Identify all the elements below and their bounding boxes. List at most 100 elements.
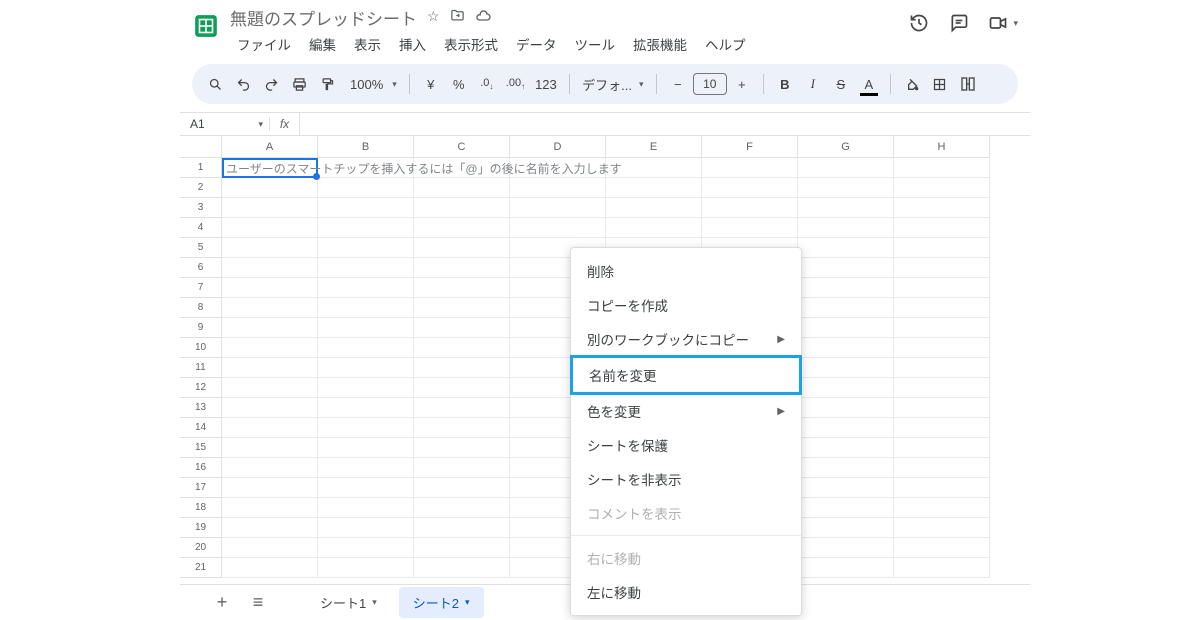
font-size-increase[interactable]: + bbox=[729, 70, 755, 98]
cell[interactable] bbox=[894, 218, 990, 238]
cell[interactable] bbox=[414, 498, 510, 518]
cell[interactable] bbox=[798, 478, 894, 498]
zoom-select[interactable]: 100%▾ bbox=[342, 70, 401, 98]
bold-button[interactable]: B bbox=[772, 70, 798, 98]
col-header[interactable]: F bbox=[702, 136, 798, 158]
cell[interactable] bbox=[222, 278, 318, 298]
cell[interactable] bbox=[318, 478, 414, 498]
currency-button[interactable]: ¥ bbox=[418, 70, 444, 98]
row-header[interactable]: 2 bbox=[180, 178, 222, 198]
cell[interactable] bbox=[798, 318, 894, 338]
cell[interactable] bbox=[222, 218, 318, 238]
cell[interactable] bbox=[222, 298, 318, 318]
row-header[interactable]: 17 bbox=[180, 478, 222, 498]
all-sheets-button[interactable]: ≡ bbox=[244, 589, 272, 617]
cell[interactable] bbox=[318, 318, 414, 338]
cell[interactable] bbox=[606, 178, 702, 198]
cell[interactable] bbox=[414, 318, 510, 338]
cell[interactable] bbox=[798, 218, 894, 238]
cell[interactable] bbox=[318, 358, 414, 378]
cell[interactable] bbox=[318, 398, 414, 418]
cell[interactable] bbox=[222, 198, 318, 218]
cell[interactable] bbox=[318, 498, 414, 518]
menu-view[interactable]: 表示 bbox=[347, 30, 388, 58]
cell[interactable] bbox=[414, 158, 510, 178]
cell[interactable] bbox=[510, 158, 606, 178]
menu-extensions[interactable]: 拡張機能 bbox=[626, 30, 694, 58]
ctx-change-color[interactable]: 色を変更▶ bbox=[571, 394, 801, 428]
cell[interactable] bbox=[798, 498, 894, 518]
cell[interactable] bbox=[318, 518, 414, 538]
cell[interactable] bbox=[798, 558, 894, 578]
cell[interactable] bbox=[222, 498, 318, 518]
row-header[interactable]: 11 bbox=[180, 358, 222, 378]
cell[interactable] bbox=[894, 378, 990, 398]
menu-help[interactable]: ヘルプ bbox=[698, 30, 753, 58]
cell[interactable] bbox=[894, 558, 990, 578]
cell[interactable] bbox=[222, 458, 318, 478]
row-header[interactable]: 6 bbox=[180, 258, 222, 278]
cell[interactable] bbox=[702, 158, 798, 178]
font-select[interactable]: デフォ...▾ bbox=[578, 70, 648, 98]
cell[interactable] bbox=[894, 398, 990, 418]
cell[interactable] bbox=[222, 158, 318, 178]
font-size-decrease[interactable]: − bbox=[665, 70, 691, 98]
borders-button[interactable] bbox=[927, 70, 953, 98]
menu-insert[interactable]: 挿入 bbox=[392, 30, 433, 58]
cell[interactable] bbox=[414, 538, 510, 558]
cell[interactable] bbox=[222, 378, 318, 398]
cell[interactable] bbox=[222, 518, 318, 538]
cell[interactable] bbox=[798, 378, 894, 398]
cell[interactable] bbox=[222, 438, 318, 458]
cell[interactable] bbox=[414, 518, 510, 538]
cell[interactable] bbox=[414, 198, 510, 218]
cell[interactable] bbox=[222, 338, 318, 358]
cell[interactable] bbox=[894, 198, 990, 218]
cell[interactable] bbox=[798, 338, 894, 358]
cloud-status-icon[interactable] bbox=[475, 8, 491, 27]
paint-format-icon[interactable] bbox=[314, 70, 340, 98]
cell[interactable] bbox=[798, 358, 894, 378]
row-header[interactable]: 1 bbox=[180, 158, 222, 178]
menu-file[interactable]: ファイル bbox=[230, 30, 298, 58]
name-box[interactable]: A1▾ bbox=[180, 117, 270, 131]
cell[interactable] bbox=[414, 258, 510, 278]
comment-icon[interactable] bbox=[948, 12, 970, 34]
ctx-rename[interactable]: 名前を変更 bbox=[570, 355, 802, 395]
cell[interactable] bbox=[318, 538, 414, 558]
cell[interactable] bbox=[798, 438, 894, 458]
col-header[interactable]: D bbox=[510, 136, 606, 158]
cell[interactable] bbox=[798, 258, 894, 278]
cell[interactable] bbox=[222, 258, 318, 278]
cell[interactable] bbox=[414, 558, 510, 578]
strikethrough-button[interactable]: S bbox=[828, 70, 854, 98]
cell[interactable] bbox=[318, 338, 414, 358]
cell[interactable] bbox=[318, 418, 414, 438]
cell[interactable] bbox=[414, 358, 510, 378]
row-header[interactable]: 20 bbox=[180, 538, 222, 558]
cell[interactable] bbox=[798, 158, 894, 178]
row-header[interactable]: 14 bbox=[180, 418, 222, 438]
cell[interactable] bbox=[414, 298, 510, 318]
cell[interactable] bbox=[798, 538, 894, 558]
history-icon[interactable] bbox=[908, 12, 930, 34]
doc-title[interactable]: 無題のスプレッドシート bbox=[230, 5, 417, 30]
cell[interactable] bbox=[414, 238, 510, 258]
cell[interactable] bbox=[798, 198, 894, 218]
ctx-delete[interactable]: 削除 bbox=[571, 254, 801, 288]
row-header[interactable]: 15 bbox=[180, 438, 222, 458]
cell[interactable] bbox=[414, 278, 510, 298]
cell[interactable] bbox=[702, 178, 798, 198]
ctx-move-left[interactable]: 左に移動 bbox=[571, 575, 801, 609]
cell[interactable] bbox=[318, 258, 414, 278]
col-header[interactable]: E bbox=[606, 136, 702, 158]
cell[interactable] bbox=[798, 398, 894, 418]
cell[interactable] bbox=[318, 378, 414, 398]
meet-icon[interactable]: ▾ bbox=[988, 12, 1018, 34]
cell[interactable] bbox=[894, 538, 990, 558]
row-header[interactable]: 18 bbox=[180, 498, 222, 518]
cell[interactable] bbox=[798, 458, 894, 478]
cell[interactable] bbox=[414, 218, 510, 238]
cell[interactable] bbox=[222, 538, 318, 558]
row-header[interactable]: 3 bbox=[180, 198, 222, 218]
